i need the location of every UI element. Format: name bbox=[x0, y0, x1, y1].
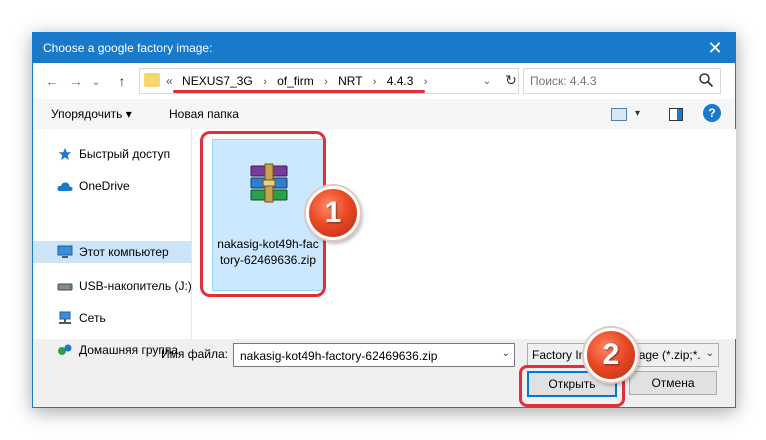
preview-pane-icon[interactable] bbox=[669, 108, 683, 121]
refresh-icon: ↻ bbox=[505, 71, 517, 88]
sidebar-item-label: Этот компьютер bbox=[79, 245, 169, 259]
breadcrumb-separator-icon[interactable]: › bbox=[263, 76, 267, 88]
cloud-icon bbox=[57, 182, 73, 191]
filename-combobox[interactable]: ⌄ bbox=[233, 343, 515, 367]
chevron-down-icon: ⌄ bbox=[482, 75, 492, 87]
navigation-bar: ← → ⌄ ↑ « NEXUS7_3G › of_firm › NRT › 4.… bbox=[33, 63, 735, 99]
chevron-down-icon[interactable]: ⌄ bbox=[502, 348, 510, 359]
folder-icon bbox=[144, 73, 160, 87]
search-box[interactable] bbox=[523, 68, 721, 94]
forward-button[interactable]: → bbox=[65, 69, 87, 93]
title-bar: Choose a google factory image: ✕ bbox=[33, 33, 735, 63]
usb-drive-icon bbox=[57, 283, 73, 291]
breadcrumb-nrt[interactable]: NRT bbox=[338, 74, 362, 88]
computer-icon bbox=[57, 245, 73, 258]
new-folder-button[interactable]: Новая папка bbox=[169, 107, 239, 121]
arrow-up-icon: ↑ bbox=[118, 73, 126, 89]
star-icon bbox=[58, 147, 72, 161]
breadcrumb-separator-icon[interactable]: › bbox=[373, 76, 377, 88]
help-icon[interactable]: ? bbox=[703, 104, 721, 122]
navigation-pane: Быстрый доступ OneDrive Этот компьютер U… bbox=[33, 129, 192, 339]
chevron-down-icon: ⌄ bbox=[703, 348, 714, 359]
step-badge-2: 2 bbox=[584, 328, 638, 382]
breadcrumb-4-4-3[interactable]: 4.4.3 bbox=[387, 74, 414, 88]
breadcrumb: « NEXUS7_3G › of_firm › NRT › 4.4.3 › bbox=[166, 74, 434, 88]
arrow-right-icon: → bbox=[69, 73, 83, 89]
sidebar-item-label: Быстрый доступ bbox=[79, 147, 171, 161]
sidebar-item-label: USB-накопитель (J:) bbox=[79, 279, 192, 293]
chevron-down-icon: ⌄ bbox=[91, 75, 101, 88]
network-icon bbox=[59, 311, 71, 324]
breadcrumb-separator-icon[interactable]: › bbox=[324, 76, 328, 88]
sidebar-item-network[interactable]: Сеть bbox=[33, 307, 191, 329]
cancel-button[interactable]: Отмена bbox=[629, 371, 717, 395]
breadcrumb-separator-icon[interactable]: › bbox=[424, 76, 428, 88]
back-button[interactable]: ← bbox=[41, 69, 63, 93]
search-input[interactable] bbox=[528, 72, 692, 90]
breadcrumb-highlight-underline bbox=[173, 90, 425, 93]
up-button[interactable]: ↑ bbox=[111, 69, 133, 93]
refresh-button[interactable]: ↻ bbox=[502, 71, 520, 89]
breadcrumb-of-firm[interactable]: of_firm bbox=[277, 74, 314, 88]
close-button[interactable]: ✕ bbox=[695, 33, 735, 63]
arrow-left-icon: ← bbox=[45, 73, 59, 89]
breadcrumb-nexus7-3g[interactable]: NEXUS7_3G bbox=[182, 74, 253, 88]
recent-locations-button[interactable]: ⌄ bbox=[89, 69, 103, 93]
sidebar-item-onedrive[interactable]: OneDrive bbox=[33, 175, 191, 197]
sidebar-item-label: Сеть bbox=[79, 311, 106, 325]
sidebar-item-label: OneDrive bbox=[79, 179, 130, 193]
search-icon bbox=[699, 73, 714, 88]
filename-label: Имя файла: bbox=[161, 347, 228, 361]
view-mode-icon[interactable] bbox=[611, 108, 627, 121]
dialog-title: Choose a google factory image: bbox=[43, 41, 213, 55]
sidebar-item-quick-access[interactable]: Быстрый доступ bbox=[33, 143, 191, 165]
sidebar-item-this-pc[interactable]: Этот компьютер bbox=[33, 241, 191, 263]
command-toolbar: Упорядочить ▾ Новая папка ▾ ? bbox=[33, 99, 735, 129]
breadcrumb-overflow[interactable]: « bbox=[166, 74, 173, 88]
address-history-button[interactable]: ⌄ bbox=[478, 73, 496, 89]
step-badge-1: 1 bbox=[306, 186, 360, 240]
organize-button[interactable]: Упорядочить ▾ bbox=[51, 107, 132, 121]
view-options-button[interactable]: ▾ bbox=[635, 108, 640, 119]
filename-input[interactable] bbox=[238, 347, 492, 365]
homegroup-icon bbox=[58, 344, 72, 355]
file-list: nakasig-kot49h-factory-62469636.zip bbox=[191, 129, 736, 339]
close-icon: ✕ bbox=[707, 37, 723, 58]
sidebar-item-usb-drive[interactable]: USB-накопитель (J:) bbox=[33, 275, 192, 297]
